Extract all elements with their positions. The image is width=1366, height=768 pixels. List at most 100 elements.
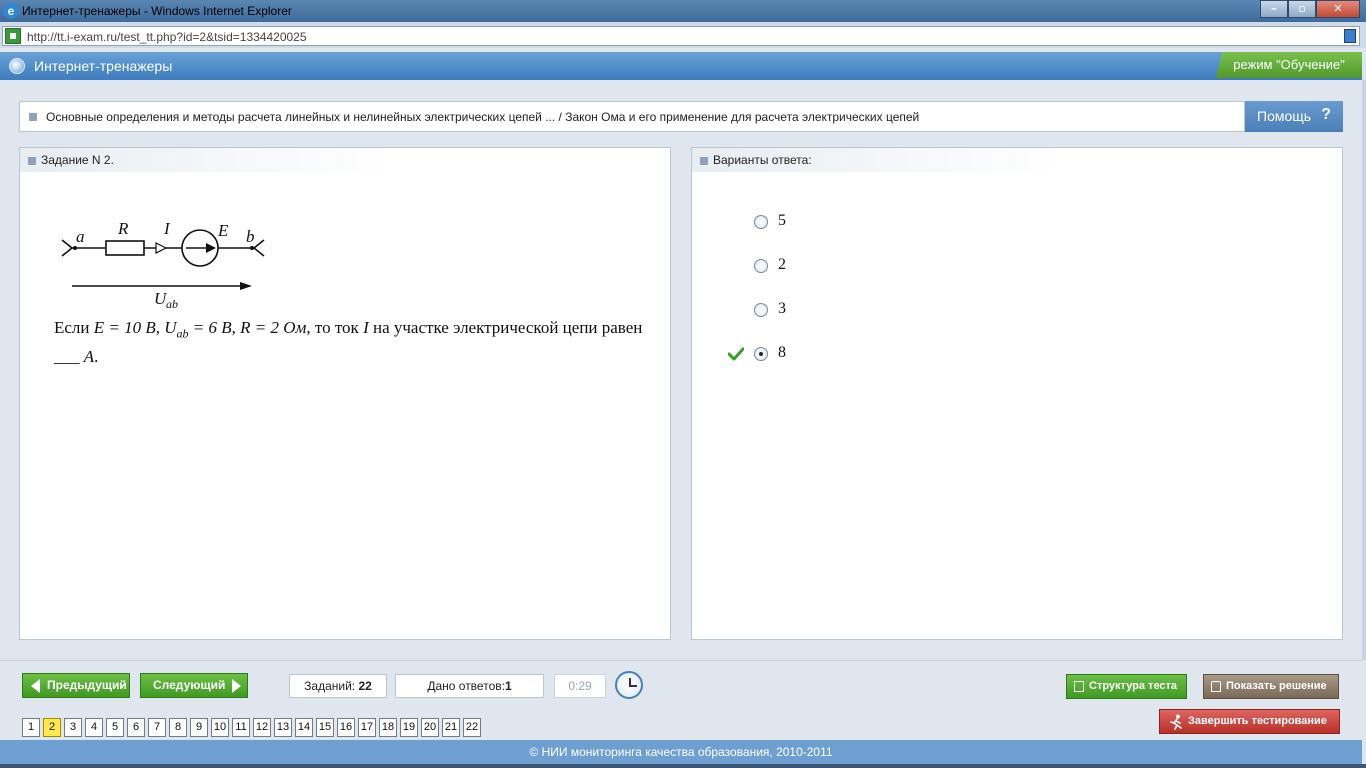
next-button[interactable]: Следующий [140,673,248,698]
question-formula-u: U [164,318,177,337]
page-number-button[interactable]: 16 [337,718,355,737]
page-number-button[interactable]: 2 [43,718,61,737]
page-number-button[interactable]: 9 [190,718,208,737]
finish-test-button[interactable]: Завершить тестирование [1159,709,1340,734]
page-number-button[interactable]: 10 [211,718,229,737]
page-navigator: 1 2 3 4 5 6 7 8 9 10 11 12 13 14 15 16 17 18 19 20 21 22 [22,718,484,737]
app-title: Интернет-тренажеры [34,58,173,74]
answer-value: 5 [778,212,786,229]
question-part: , то ток [306,318,359,337]
checkmark-icon [728,347,744,361]
page-number-button[interactable]: 13 [274,718,292,737]
page-compat-icon[interactable] [1344,29,1356,43]
page-number-button[interactable]: 21 [442,718,460,737]
answer-option[interactable]: 8 [754,343,954,365]
page-number-button[interactable]: 20 [421,718,439,737]
voltage-subscript: ab [166,297,178,311]
app-header: Интернет-тренажеры режим "Обучение" [0,52,1362,80]
page-number-button[interactable]: 15 [316,718,334,737]
page-number-button[interactable]: 19 [400,718,418,737]
test-structure-button[interactable]: Структура теста [1066,674,1187,699]
page-number-button[interactable]: 17 [358,718,376,737]
finish-test-label: Завершить тестирование [1188,715,1327,727]
next-button-label: Следующий [153,678,226,692]
page-scrollbar[interactable] [1362,80,1366,660]
task-panel-header: Задание N 2. [20,148,390,172]
clock-icon [615,671,643,699]
timer: 0:29 [554,674,606,698]
answer-option[interactable]: 5 [754,211,954,233]
answers-title: Варианты ответа: [713,153,812,167]
answers-panel-header: Варианты ответа: [692,148,1062,172]
mode-badge: режим "Обучение" [1216,52,1362,78]
question-formula-u-eq: = 6 В [188,318,232,337]
test-structure-label: Структура теста [1089,680,1178,692]
minimize-icon[interactable]: – [1260,0,1288,18]
answer-option[interactable]: 3 [754,299,954,321]
page-number-button[interactable]: 22 [463,718,481,737]
answers-counter-value: 1 [504,679,512,693]
site-favicon-icon [5,28,21,44]
address-bar: http://tt.i-exam.ru/test_tt.php?id=2&tsi… [0,22,1366,48]
page-number-button[interactable]: 1 [22,718,40,737]
answers-panel: Варианты ответа: 5 2 3 8 [691,147,1343,640]
question-text: Если E = 10 В, Uab = 6 В, R = 2 Ом, то т… [54,316,654,369]
page-number-button[interactable]: 4 [85,718,103,737]
page-number-button[interactable]: 11 [232,718,250,737]
page-number-button[interactable]: 5 [106,718,124,737]
show-solution-button[interactable]: Показать решение [1203,674,1339,699]
page-number-button[interactable]: 3 [64,718,82,737]
page-number-button[interactable]: 6 [127,718,145,737]
task-panel: Задание N 2. a R I E b U ab Если E = 10 … [19,147,671,640]
question-formula-u-sub: ab [176,326,189,341]
circuit-diagram: a R I E b U ab [61,219,265,311]
question-mark-icon: ? [1321,106,1331,123]
breadcrumb: Основные определения и методы расчета ли… [19,101,1245,132]
footer: © НИИ мониторинга качества образования, … [0,740,1362,764]
answer-option[interactable]: 2 [754,255,954,277]
previous-button[interactable]: Предыдущий [22,673,130,698]
address-url[interactable]: http://tt.i-exam.ru/test_tt.php?id=2&tsi… [27,30,307,44]
answer-radio-selected[interactable] [754,347,768,361]
answer-radio[interactable] [754,303,768,317]
current-label: I [163,219,171,238]
answers-counter-label: Дано ответов: [427,679,505,693]
page-number-button[interactable]: 14 [295,718,313,737]
page-number-button[interactable]: 12 [253,718,271,737]
node-a-label: a [76,227,85,246]
voltage-arrow-icon [240,282,252,290]
answer-value: 3 [778,300,786,317]
bullet-square-icon [700,157,708,165]
node-b-label: b [246,227,255,246]
breadcrumb-text: Основные определения и методы расчета ли… [46,110,920,124]
question-comma: , [155,318,161,337]
address-field[interactable]: http://tt.i-exam.ru/test_tt.php?id=2&tsi… [2,26,1360,46]
resistor-label: R [117,219,129,238]
page-number-button[interactable]: 18 [379,718,397,737]
taskbar-strip [0,764,1366,768]
question-formula-e: E = 10 В [93,318,156,337]
tasks-counter-value: 22 [358,679,372,693]
answer-radio[interactable] [754,259,768,273]
help-button-label: Помощь [1257,108,1312,124]
help-button[interactable]: Помощь ? [1245,101,1343,132]
window-titlebar: e Интернет-тренажеры - Windows Internet … [0,0,1366,22]
window-title: Интернет-тренажеры - Windows Internet Ex… [22,4,292,18]
globe-logo-icon [9,58,25,74]
page-number-button[interactable]: 7 [148,718,166,737]
source-arrow-icon [206,243,216,253]
restore-icon[interactable]: ▫ [1288,0,1316,18]
close-icon[interactable]: ✕ [1316,0,1360,18]
answer-radio[interactable] [754,215,768,229]
bullet-square-icon [29,113,37,121]
question-formula-r: R = 2 Ом [240,318,307,337]
bottom-toolbar: Предыдущий Следующий Заданий: 22 Дано от… [0,660,1362,740]
arrow-right-icon [232,679,241,693]
answers-counter: Дано ответов:1 [395,674,544,698]
question-unit: А [83,347,95,367]
previous-button-label: Предыдущий [47,678,127,692]
source-label: E [217,221,229,240]
page-number-button[interactable]: 8 [169,718,187,737]
question-comma: , [231,318,236,337]
question-part: Если [54,318,90,337]
